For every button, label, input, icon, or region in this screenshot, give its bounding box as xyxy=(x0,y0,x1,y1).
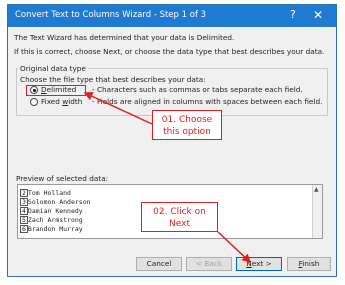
arrow-to-next xyxy=(217,231,252,264)
callout-choose-option: 01. Choose this option xyxy=(152,110,222,140)
annotation-arrows xyxy=(83,92,252,264)
arrow-to-delimited xyxy=(83,92,153,125)
callout-click-next: 02. Click on Next xyxy=(141,202,218,232)
